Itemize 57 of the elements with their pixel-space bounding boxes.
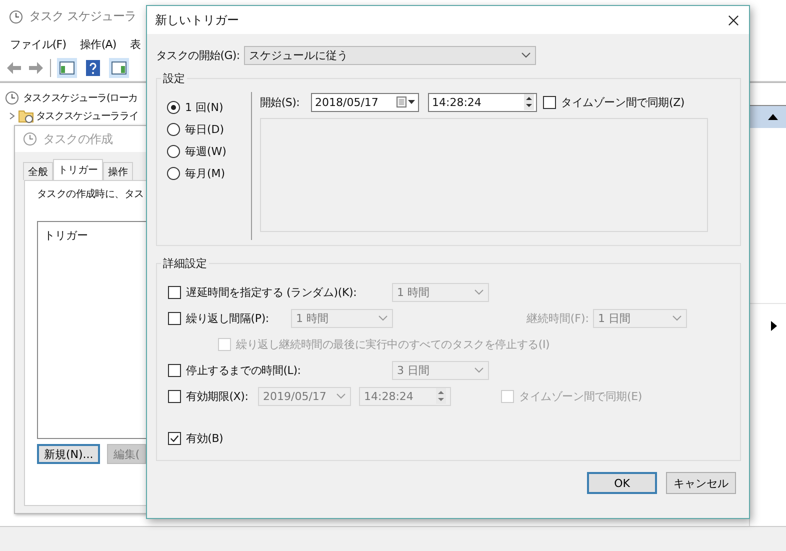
tree-item[interactable]: タスク スケジューラ (ローカ: [23, 91, 138, 105]
header-bar[interactable]: [750, 105, 786, 128]
menu-item[interactable]: ファイル(F): [10, 36, 66, 52]
field-label: タスクの開始(G):: [156, 48, 240, 62]
dialog-title: 新しいトリガー: [155, 12, 239, 28]
close-icon[interactable]: [728, 14, 739, 26]
checkbox[interactable]: [543, 96, 556, 108]
folder-icon: [18, 108, 34, 124]
radio-label[interactable]: 1 回(N): [185, 100, 224, 114]
clock-icon: [9, 10, 23, 24]
tab[interactable]: トリガー: [53, 159, 103, 180]
column-header[interactable]: トリガー: [44, 229, 88, 242]
calendar-icon[interactable]: [396, 96, 416, 108]
radio-label[interactable]: 毎月(M): [185, 166, 226, 180]
clock-icon: [23, 132, 37, 146]
chevron-icon[interactable]: [8, 112, 16, 120]
radio-button[interactable]: [167, 100, 180, 114]
field-label: 継続時間(F):: [525, 310, 590, 326]
description-text: タスクの作成時に、タス: [37, 188, 145, 201]
menu-item[interactable]: 操作(A): [80, 36, 116, 52]
radio-label[interactable]: 毎日(D): [185, 122, 224, 136]
chevron-icon: [520, 52, 531, 58]
help-icon[interactable]: [83, 58, 103, 78]
tab[interactable]: 全般: [23, 162, 53, 180]
group-label: 詳細設定: [162, 256, 208, 271]
triangle-right-icon[interactable]: [771, 321, 777, 331]
forward-icon[interactable]: [28, 61, 44, 75]
chevron-icon: [474, 367, 484, 373]
tab[interactable]: 操作: [103, 162, 133, 180]
group-label: 設定: [162, 71, 186, 86]
chevron-icon: [672, 315, 682, 321]
tree-item[interactable]: タスク スケジューラ ライ: [36, 109, 138, 123]
checkbox[interactable]: [168, 432, 181, 444]
radio-button[interactable]: [167, 144, 180, 158]
menu-item[interactable]: 表: [130, 36, 141, 52]
radio-button[interactable]: [167, 166, 180, 180]
panel-icon[interactable]: [57, 58, 77, 78]
clock-icon: [5, 91, 19, 105]
date-field[interactable]: 2018/05/17: [311, 92, 419, 112]
checkbox-label[interactable]: タイムゾーン間で同期(Z): [561, 94, 685, 110]
radio-button[interactable]: [167, 122, 180, 136]
window-title: タスク スケジューラ: [29, 8, 136, 25]
back-icon[interactable]: [6, 61, 22, 75]
chevron-icon: [474, 289, 484, 295]
radio-label[interactable]: 毎週(W): [185, 144, 226, 158]
panel-icon[interactable]: [109, 58, 129, 78]
button[interactable]: キャンセル: [666, 472, 736, 494]
field-label: 開始(S):: [260, 94, 300, 110]
dropdown[interactable]: スケジュールに従う: [244, 46, 536, 64]
chevron-icon: [378, 315, 388, 321]
button[interactable]: OK: [587, 472, 657, 494]
window-title: タスクの作成: [43, 130, 113, 148]
triangle-up-icon: [768, 114, 778, 120]
chevron-icon: [336, 393, 346, 399]
spinner-icon[interactable]: [524, 94, 534, 110]
time-field[interactable]: 14:28:24: [428, 92, 537, 112]
button[interactable]: 新規(N)...: [37, 444, 100, 464]
